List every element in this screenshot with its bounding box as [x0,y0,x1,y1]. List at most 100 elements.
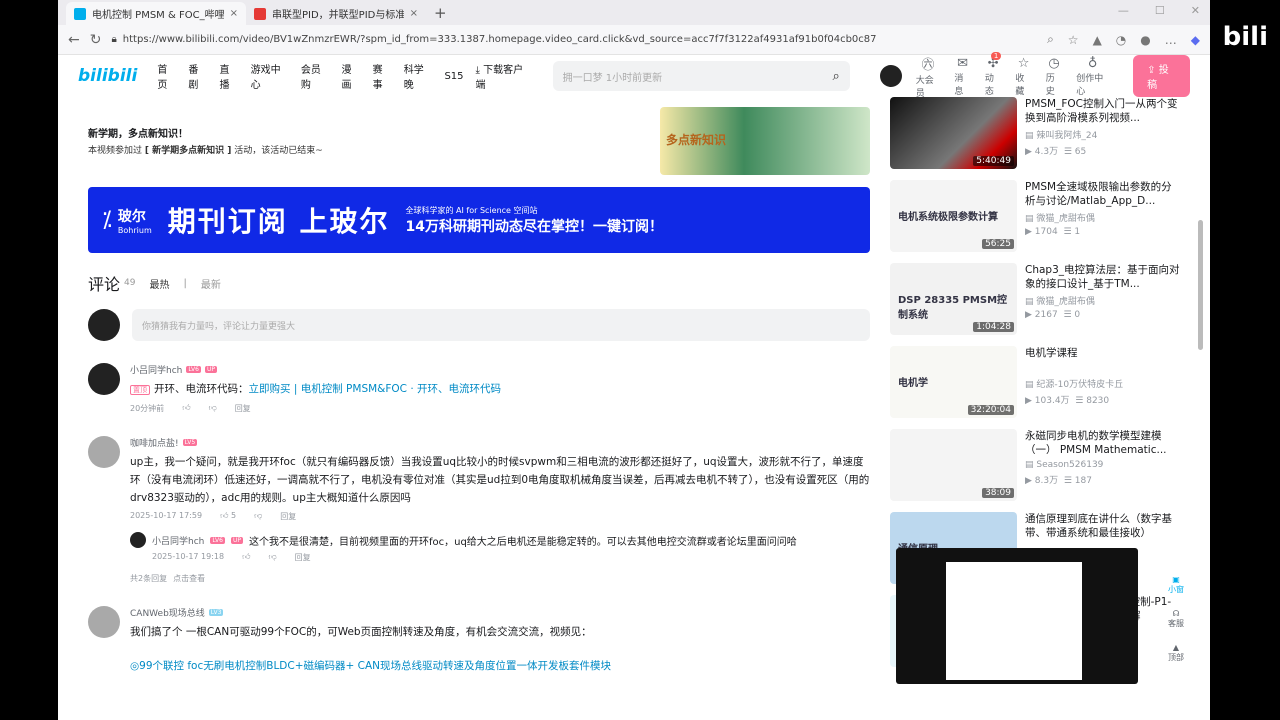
video-duration: 38:09 [982,488,1014,498]
video-title[interactable]: PMSM_FOC控制入门一从两个变换到高阶滑模系列视频... [1025,97,1180,125]
dislike-icon[interactable]: 👎︎ [268,552,276,563]
video-title[interactable]: Chap3_电控算法层：基于面向对象的接口设计_基于TM... [1025,263,1180,291]
back-to-top-button[interactable]: ▲ 顶部 [1168,643,1184,663]
video-title[interactable]: PMSM全速域极限输出参数的分析与讨论/Matlab_App_D... [1025,180,1180,208]
browser-tab-active[interactable]: 电机控制 PMSM & FOC_哔哩哔哩 × [66,2,246,25]
commenter-name[interactable]: 小吕同学hch [130,363,182,376]
mini-window-button[interactable]: ▣ 小窗 [1168,575,1184,595]
customer-service-button[interactable]: ☊ 客服 [1168,609,1184,629]
video-thumbnail[interactable]: DSP 28335 PMSM控制系统 1:04:28 [890,263,1017,335]
reply-button[interactable]: 回复 [235,403,251,414]
like-button[interactable]: 👍︎ 5 [220,511,236,522]
reply-button[interactable]: 回复 [295,552,311,563]
search-icon[interactable]: ⌕ [832,69,839,84]
mini-player[interactable] [896,548,1138,684]
video-card[interactable]: 38:09 永磁同步电机的数学模型建模（一） PMSM Mathematic..… [890,429,1180,512]
favorites-button[interactable]: ☆ 收藏 [1015,56,1031,97]
close-window-icon[interactable]: ✕ [1191,4,1200,17]
dynamics-button[interactable]: ✣ 1 动态 [985,51,1002,97]
like-icon[interactable]: 👍︎ [182,403,190,414]
danmaku-count: 1 [1074,227,1081,237]
url-input[interactable]: 🔒︎ https://www.bilibili.com/video/BV1wZnm… [111,34,1037,45]
search-input[interactable]: 拥一口梦 1小时前更新 ⌕ [552,61,850,91]
scrollbar[interactable] [1198,220,1203,350]
close-tab-icon[interactable]: × [410,8,418,19]
video-title[interactable]: 通信原理到底在讲什么（数字基带、带通系统和最佳接收） [1025,512,1180,540]
video-thumbnail[interactable]: 5:40:49 [890,97,1017,169]
close-tab-icon[interactable]: × [230,8,238,19]
favorite-star-icon[interactable]: ☆ [1068,33,1079,47]
sort-hot[interactable]: 最热 [149,276,169,291]
commenter-avatar[interactable] [88,363,120,395]
activity-name[interactable]: [ 新学期多点新知识 ] [145,146,232,156]
video-card[interactable]: 电机系统极限参数计算 56:25 PMSM全速域极限输出参数的分析与讨论/Mat… [890,180,1180,263]
ad-headline: 期刊订阅 上玻尔 [167,205,390,238]
more-icon[interactable]: … [1165,33,1177,47]
my-avatar [88,309,120,341]
main-column: 新学期，多点新知识！ 本视频参加过 [ 新学期多点新知识 ] 活动，该活动已结束… [88,97,870,675]
reply-button[interactable]: 回复 [280,511,296,522]
comment-link[interactable]: ◎99个联控 foc无刷电机控制BLDC+磁编码器+ CAN现场总线驱动转速及角… [130,657,870,675]
nav-match[interactable]: 赛事 [373,61,392,91]
uploader[interactable]: ▤ 微猫_虎甜布偶 [1025,211,1180,224]
nav-manga[interactable]: 漫画 [342,61,361,91]
video-card[interactable]: 5:40:49 PMSM_FOC控制入门一从两个变换到高阶滑模系列视频... ▤… [890,97,1180,180]
nav-live[interactable]: 直播 [220,61,239,91]
extension-icon[interactable]: ▲ [1093,33,1102,47]
extension-icon[interactable]: ◔ [1116,33,1126,47]
back-icon[interactable]: ← [68,32,80,48]
comment-input[interactable]: 你猜猜我有力量吗，评论让力量更强大 [132,309,870,341]
nav-science[interactable]: 科学晚 [404,61,433,91]
uploader[interactable]: ▤ 辣叫我阿炜_24 [1025,128,1180,141]
copilot-icon[interactable]: ◆ [1191,33,1200,47]
dislike-icon[interactable]: 👎︎ [209,403,217,414]
video-title[interactable]: 电机学课程 [1025,346,1123,374]
sort-new[interactable]: 最新 [201,276,221,291]
vip-button[interactable]: ㊅大会员 [916,54,941,99]
video-thumbnail[interactable]: 38:09 [890,429,1017,501]
uploader[interactable]: ▤ Season526139 [1025,460,1180,470]
video-card[interactable]: 电机学 32:20:04 电机学课程 ▤ 纪源-10万伏特皮卡丘 ▶ 103.4… [890,346,1180,429]
nav-home[interactable]: 首页 [157,61,176,91]
ad-banner[interactable]: ⁒ 玻尔 Bohrium 期刊订阅 上玻尔 全球科学家的 AI for Scienc… [88,187,870,253]
mini-window-icon: ▣ [1172,575,1180,584]
commenter-avatar[interactable] [88,606,120,638]
user-avatar[interactable] [879,65,902,87]
expand-replies[interactable]: 点击查看 [173,573,205,584]
video-thumbnail[interactable]: 电机学 32:20:04 [890,346,1017,418]
nav-bangumi[interactable]: 番剧 [188,61,207,91]
video-card[interactable]: DSP 28335 PMSM控制系统 1:04:28 Chap3_电控算法层：基… [890,263,1180,346]
video-duration: 32:20:04 [967,405,1014,415]
zoom-icon[interactable]: ⌕ [1047,32,1054,47]
upload-button[interactable]: ⇪ 投稿 [1133,55,1190,97]
video-title[interactable]: 永磁同步电机的数学模型建模（一） PMSM Mathematic... [1025,429,1180,457]
nav-s15[interactable]: S15 [444,71,463,82]
nav-mall[interactable]: 会员购 [301,61,330,91]
right-tools: ▣ 小窗 ☊ 客服 ▲ 顶部 [1168,575,1184,663]
uploader-name: 纪源-10万伏特皮卡丘 [1036,380,1124,390]
nav-game[interactable]: 游戏中心 [251,61,289,91]
video-thumbnail[interactable]: 电机系统极限参数计算 56:25 [890,180,1017,252]
comment-link[interactable]: 立即购买 | 电机控制 PMSM&FOC · 开环、电流环代码 [249,383,502,395]
maximize-icon[interactable]: ☐ [1155,4,1165,17]
like-icon[interactable]: 👍︎ [242,552,250,563]
download-client-link[interactable]: ⤓ 下载客户端 [476,61,531,91]
profile-icon[interactable]: ● [1140,33,1150,47]
commenter-name[interactable]: 咖啡加点盐! [130,436,179,449]
creator-center-button[interactable]: ♁ 创作中心 [1076,56,1109,97]
new-tab-button[interactable]: + [426,4,455,25]
history-button[interactable]: ◷ 历史 [1046,56,1062,97]
messages-button[interactable]: ✉ 消息 [954,56,970,97]
browser-tab[interactable]: 串联型PID，并联型PID与标准型PI × [246,2,426,25]
dislike-icon[interactable]: 👎︎ [254,511,262,522]
commenter-name[interactable]: CANWeb现场总线 [130,606,205,619]
bilibili-logo[interactable]: bilibili [78,66,137,86]
uploader[interactable]: ▤ 微猫_虎甜布偶 [1025,294,1180,307]
refresh-icon[interactable]: ↻ [90,32,102,48]
minimize-icon[interactable]: — [1118,4,1129,17]
reply-avatar[interactable] [130,532,146,548]
uploader[interactable]: ▤ 纪源-10万伏特皮卡丘 [1025,377,1123,390]
commenter-avatar[interactable] [88,436,120,468]
activity-image[interactable]: 多点新知识 [660,107,870,175]
reply-user[interactable]: 小吕同学hch [152,534,204,547]
